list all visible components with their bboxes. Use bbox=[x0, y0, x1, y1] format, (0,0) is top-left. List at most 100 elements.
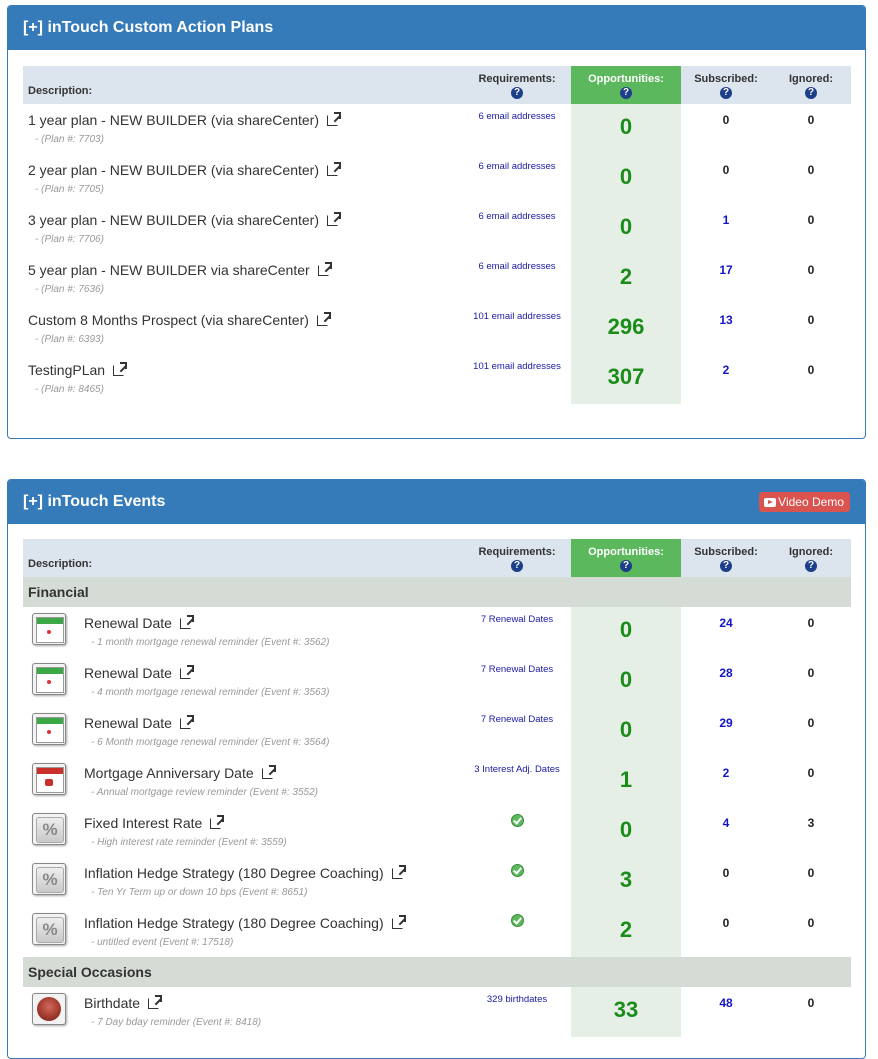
event-name[interactable]: Renewal Date bbox=[84, 665, 194, 681]
subscribed-count[interactable]: 28 bbox=[681, 666, 771, 680]
event-name-text[interactable]: Birthdate bbox=[84, 995, 140, 1011]
opportunities-count[interactable]: 0 bbox=[571, 164, 681, 190]
opportunities-count[interactable]: 0 bbox=[571, 214, 681, 240]
opportunities-count[interactable]: 0 bbox=[571, 717, 681, 743]
external-link-icon[interactable] bbox=[210, 815, 225, 829]
ignored-count[interactable]: 3 bbox=[771, 816, 851, 830]
subscribed-count[interactable]: 48 bbox=[681, 996, 771, 1010]
opportunities-count[interactable]: 0 bbox=[571, 617, 681, 643]
help-icon[interactable]: ? bbox=[805, 560, 817, 572]
plan-name-text[interactable]: 1 year plan - NEW BUILDER (via shareCent… bbox=[28, 112, 319, 128]
plan-name-text[interactable]: 2 year plan - NEW BUILDER (via shareCent… bbox=[28, 162, 319, 178]
subscribed-count[interactable]: 2 bbox=[681, 766, 771, 780]
opportunities-count[interactable]: 2 bbox=[571, 264, 681, 290]
requirements-link[interactable]: 6 email addresses bbox=[465, 261, 569, 272]
ignored-count: 0 bbox=[807, 113, 815, 127]
external-link-icon[interactable] bbox=[317, 262, 332, 276]
plan-name[interactable]: 5 year plan - NEW BUILDER via shareCente… bbox=[28, 262, 332, 278]
external-link-icon[interactable] bbox=[391, 915, 406, 929]
subscribed-count[interactable]: 4 bbox=[681, 816, 771, 830]
opportunities-count[interactable]: 0 bbox=[571, 114, 681, 140]
video-demo-button[interactable]: Video Demo bbox=[759, 492, 850, 512]
subscribed-count[interactable]: 13 bbox=[681, 313, 771, 327]
percent-icon: % bbox=[32, 863, 66, 895]
panel-title[interactable]: [+] inTouch Events Video Demo bbox=[8, 480, 865, 524]
external-link-icon[interactable] bbox=[179, 615, 194, 629]
help-icon[interactable]: ? bbox=[620, 87, 632, 99]
requirements-link[interactable]: 6 email addresses bbox=[465, 161, 569, 172]
events-panel: [+] inTouch Events Video Demo Descriptio… bbox=[7, 479, 866, 1059]
subscribed-count[interactable]: 17 bbox=[681, 263, 771, 277]
requirements-link[interactable]: 3 Interest Adj. Dates bbox=[465, 764, 569, 775]
event-name-text[interactable]: Renewal Date bbox=[84, 665, 172, 681]
event-name[interactable]: Renewal Date bbox=[84, 615, 194, 631]
external-link-icon[interactable] bbox=[148, 995, 163, 1009]
header-ignored: Ignored:? bbox=[789, 546, 833, 572]
plan-name[interactable]: TestingPLan bbox=[28, 362, 128, 378]
table-row: Mortgage Anniversary Date - Annual mortga… bbox=[23, 757, 851, 807]
plan-name[interactable]: 1 year plan - NEW BUILDER (via shareCent… bbox=[28, 112, 341, 128]
help-icon[interactable]: ? bbox=[511, 560, 523, 572]
plan-name[interactable]: Custom 8 Months Prospect (via shareCente… bbox=[28, 312, 331, 328]
requirements-link[interactable]: 7 Renewal Dates bbox=[465, 664, 569, 675]
help-icon[interactable]: ? bbox=[805, 87, 817, 99]
opportunities-count[interactable]: 2 bbox=[571, 917, 681, 943]
renewal-calendar-icon bbox=[32, 713, 66, 745]
event-name[interactable]: Inflation Hedge Strategy (180 Degree Coa… bbox=[84, 865, 406, 881]
subscribed-count[interactable]: 29 bbox=[681, 716, 771, 730]
external-link-icon[interactable] bbox=[179, 665, 194, 679]
plan-name-text[interactable]: 3 year plan - NEW BUILDER (via shareCent… bbox=[28, 212, 319, 228]
external-link-icon[interactable] bbox=[113, 362, 128, 376]
opportunities-count[interactable]: 307 bbox=[571, 364, 681, 390]
requirements-link[interactable]: 7 Renewal Dates bbox=[465, 714, 569, 725]
opportunities-count[interactable]: 0 bbox=[571, 667, 681, 693]
event-name-text[interactable]: Renewal Date bbox=[84, 615, 172, 631]
opportunities-count[interactable]: 0 bbox=[571, 817, 681, 843]
subscribed-count[interactable]: 1 bbox=[681, 213, 771, 227]
external-link-icon[interactable] bbox=[391, 865, 406, 879]
subscribed-count[interactable]: 24 bbox=[681, 616, 771, 630]
requirements-link[interactable]: 7 Renewal Dates bbox=[465, 614, 569, 625]
external-link-icon[interactable] bbox=[327, 112, 341, 126]
plan-number: - (Plan #: 7636) bbox=[35, 284, 104, 295]
event-name[interactable]: Fixed Interest Rate bbox=[84, 815, 225, 831]
help-icon[interactable]: ? bbox=[720, 560, 732, 572]
plan-name-text[interactable]: TestingPLan bbox=[28, 362, 105, 378]
requirements-link[interactable]: 6 email addresses bbox=[465, 211, 569, 222]
event-name[interactable]: Inflation Hedge Strategy (180 Degree Coa… bbox=[84, 915, 406, 931]
plan-name[interactable]: 3 year plan - NEW BUILDER (via shareCent… bbox=[28, 212, 341, 228]
event-name-text[interactable]: Fixed Interest Rate bbox=[84, 815, 202, 831]
plan-number: - (Plan #: 8465) bbox=[35, 384, 104, 395]
opportunities-count[interactable]: 1 bbox=[571, 767, 681, 793]
requirements-link[interactable]: 101 email addresses bbox=[465, 361, 569, 372]
help-icon[interactable]: ? bbox=[720, 87, 732, 99]
event-name[interactable]: Birthdate bbox=[84, 995, 163, 1011]
help-icon[interactable]: ? bbox=[511, 87, 523, 99]
plan-name[interactable]: 2 year plan - NEW BUILDER (via shareCent… bbox=[28, 162, 341, 178]
help-icon[interactable]: ? bbox=[620, 560, 632, 572]
header-subscribed: Subscribed:? bbox=[694, 73, 758, 99]
event-name-text[interactable]: Mortgage Anniversary Date bbox=[84, 765, 254, 781]
panel-title[interactable]: [+] inTouch Custom Action Plans bbox=[8, 6, 865, 50]
event-name-text[interactable]: Inflation Hedge Strategy (180 Degree Coa… bbox=[84, 865, 384, 881]
subscribed-count[interactable]: 2 bbox=[681, 363, 771, 377]
event-name[interactable]: Mortgage Anniversary Date bbox=[84, 765, 276, 781]
external-link-icon[interactable] bbox=[327, 162, 341, 176]
requirements-link[interactable]: 101 email addresses bbox=[465, 311, 569, 322]
requirements-link[interactable]: 329 birthdates bbox=[465, 994, 569, 1005]
external-link-icon[interactable] bbox=[179, 715, 194, 729]
event-name-text[interactable]: Inflation Hedge Strategy (180 Degree Coa… bbox=[84, 915, 384, 931]
subscribed-count: 0 bbox=[722, 916, 730, 930]
opportunities-count[interactable]: 296 bbox=[571, 314, 681, 340]
plan-name-text[interactable]: Custom 8 Months Prospect (via shareCente… bbox=[28, 312, 309, 328]
opportunities-count[interactable]: 33 bbox=[571, 997, 681, 1023]
external-link-icon[interactable] bbox=[327, 212, 341, 226]
opportunities-count[interactable]: 3 bbox=[571, 867, 681, 893]
table-row: % Inflation Hedge Strategy (180 Degree Co… bbox=[23, 907, 851, 957]
external-link-icon[interactable] bbox=[316, 312, 331, 326]
requirements-link[interactable]: 6 email addresses bbox=[465, 111, 569, 122]
plan-name-text[interactable]: 5 year plan - NEW BUILDER via shareCente… bbox=[28, 262, 310, 278]
event-name-text[interactable]: Renewal Date bbox=[84, 715, 172, 731]
event-name[interactable]: Renewal Date bbox=[84, 715, 194, 731]
external-link-icon[interactable] bbox=[261, 765, 276, 779]
